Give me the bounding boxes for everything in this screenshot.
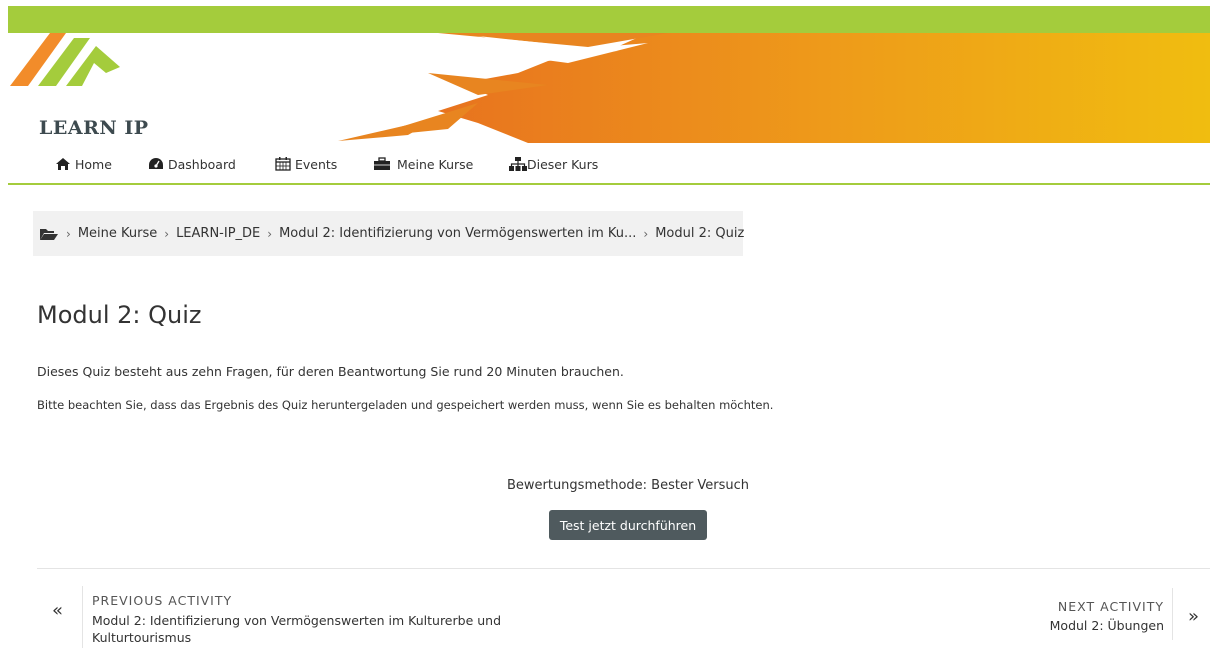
nav-home-label: Home	[75, 156, 112, 172]
breadcrumb: › Meine Kurse › LEARN-IP_DE › Modul 2: I…	[33, 211, 745, 256]
nav-this-course[interactable]: Dieser Kurs	[509, 155, 598, 173]
page: LEARN IP Home Dashboard Events Meine Kur…	[8, 6, 1210, 659]
next-activity-link[interactable]: Modul 2: Übungen	[1050, 618, 1164, 633]
quiz-note-text: Bitte beachten Sie, dass das Ergebnis de…	[37, 398, 774, 412]
divider	[82, 586, 83, 648]
logo-text: LEARN IP	[39, 117, 149, 139]
next-activity-label: NEXT ACTIVITY	[1057, 599, 1164, 614]
briefcase-icon	[373, 157, 393, 171]
divider	[37, 568, 1210, 569]
breadcrumb-separator: ›	[267, 226, 273, 241]
nav-events[interactable]: Events	[275, 155, 337, 173]
next-activity-arrow-icon[interactable]: »	[1188, 606, 1199, 627]
attempt-quiz-button[interactable]: Test jetzt durchführen	[549, 510, 707, 540]
breadcrumb-item-module[interactable]: Modul 2: Identifizierung von Vermögenswe…	[279, 226, 636, 241]
nav-events-label: Events	[295, 156, 338, 172]
home-icon	[55, 157, 71, 171]
main-navigation: Home Dashboard Events Meine Kurse Dieser…	[8, 143, 1210, 185]
page-title: Modul 2: Quiz	[37, 301, 202, 329]
learn-ip-logo	[10, 33, 120, 86]
header-banner: LEARN IP	[8, 33, 1210, 143]
previous-activity-link[interactable]: Modul 2: Identifizierung von Vermögenswe…	[92, 612, 562, 646]
breadcrumb-separator: ›	[643, 226, 649, 241]
dashboard-icon	[148, 157, 164, 171]
folder-icon[interactable]	[39, 227, 59, 241]
calendar-icon	[275, 157, 291, 171]
previous-activity-label: PREVIOUS ACTIVITY	[92, 593, 233, 608]
breadcrumb-item-current: Modul 2: Quiz	[655, 226, 745, 241]
nav-my-courses[interactable]: Meine Kurse	[373, 155, 473, 173]
breadcrumb-item-course[interactable]: LEARN-IP_DE	[176, 226, 260, 241]
grading-method: Bewertungsmethode: Bester Versuch	[506, 478, 750, 493]
divider	[1172, 588, 1173, 640]
sitemap-icon	[509, 157, 527, 171]
nav-dashboard-label: Dashboard	[168, 156, 236, 172]
nav-my-courses-label: Meine Kurse	[397, 156, 474, 172]
breadcrumb-separator: ›	[164, 226, 170, 241]
quiz-intro-text: Dieses Quiz besteht aus zehn Fragen, für…	[37, 364, 624, 379]
previous-activity-arrow-icon[interactable]: «	[52, 600, 63, 621]
breadcrumb-separator: ›	[66, 226, 71, 241]
nav-dashboard[interactable]: Dashboard	[148, 155, 236, 173]
nav-this-course-label: Dieser Kurs	[527, 156, 599, 172]
top-accent-bar	[8, 6, 1210, 33]
breadcrumb-item-my-courses[interactable]: Meine Kurse	[78, 226, 157, 241]
banner-brush-graphic	[338, 33, 1210, 143]
nav-home[interactable]: Home	[55, 155, 112, 173]
